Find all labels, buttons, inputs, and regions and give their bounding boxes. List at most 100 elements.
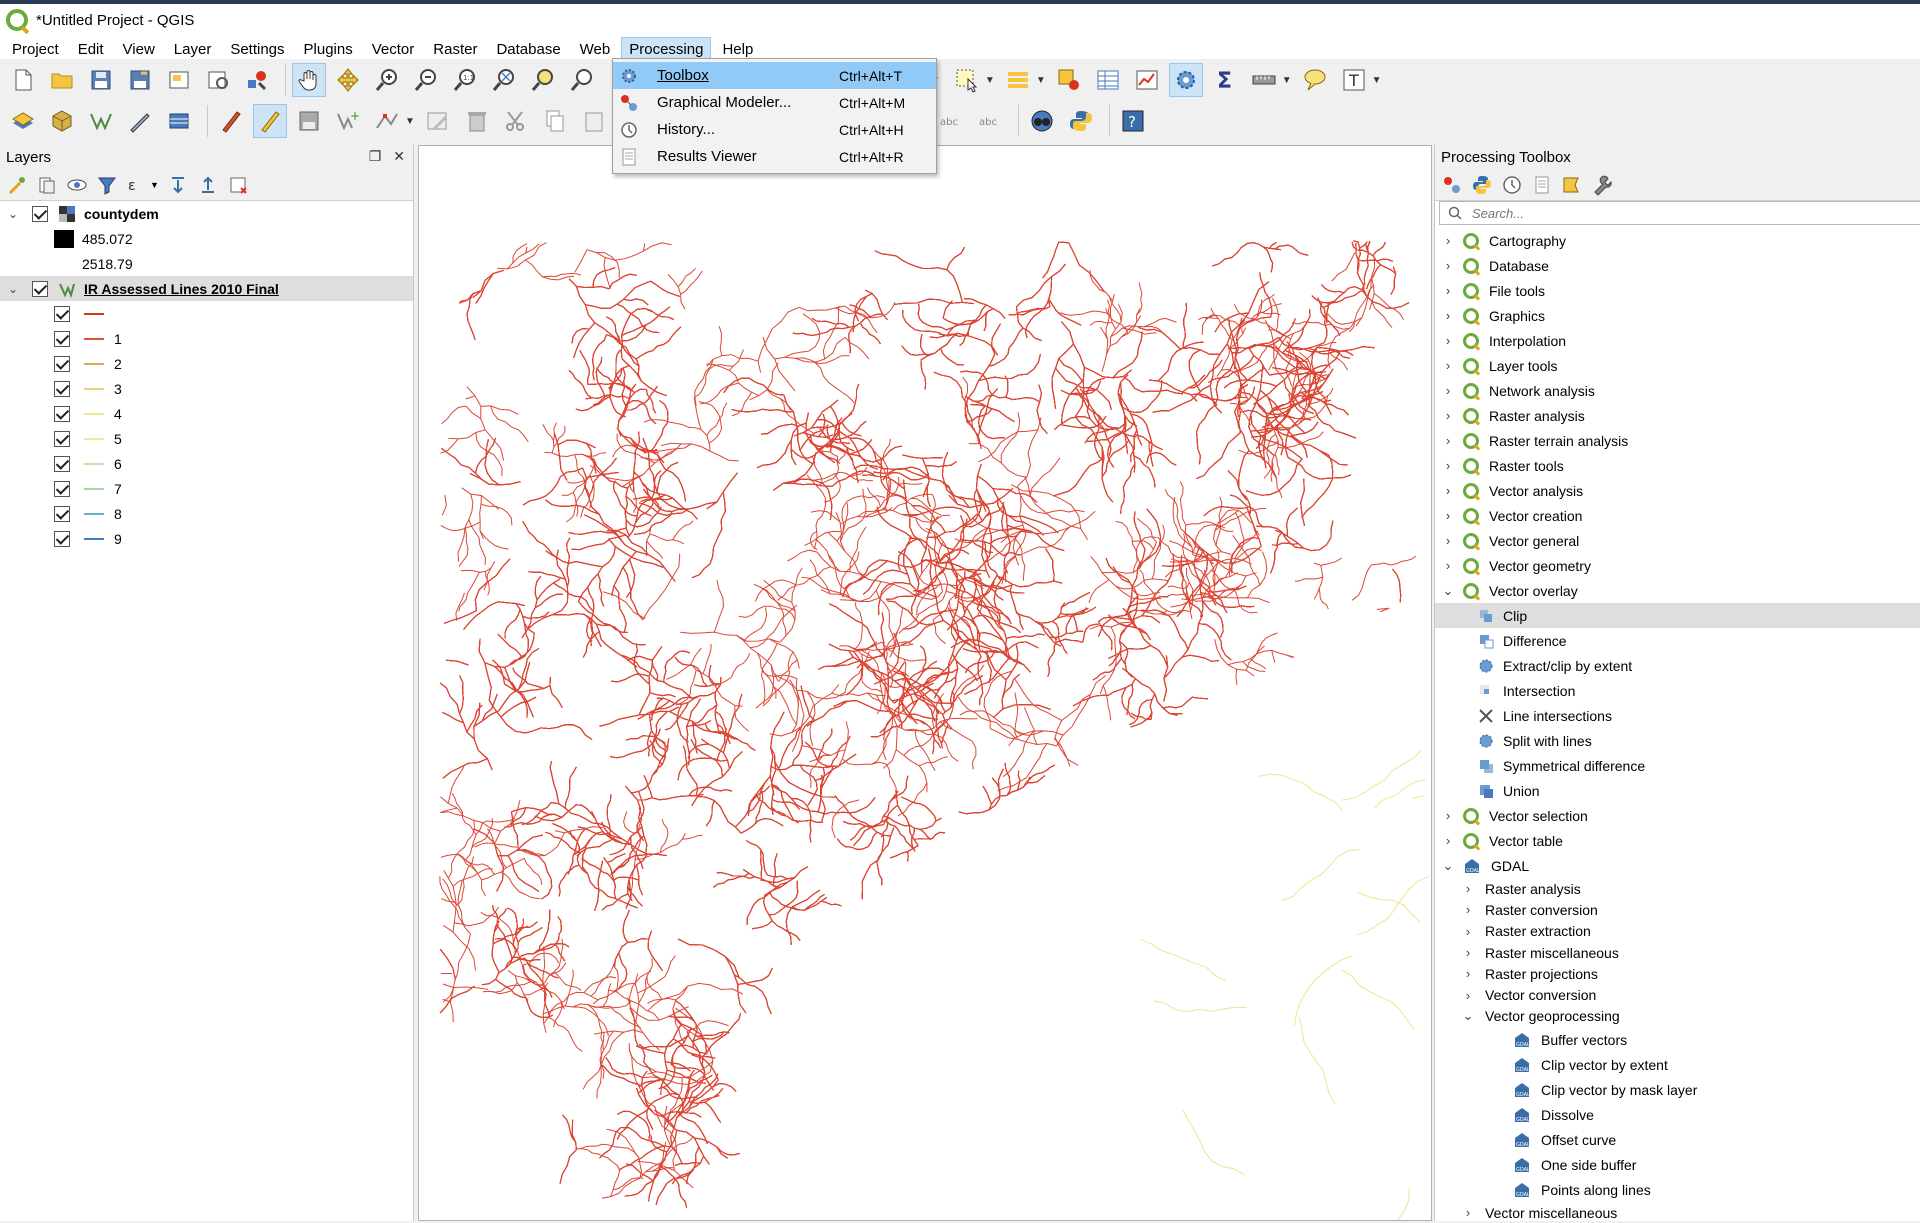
metasearch-button[interactable] — [1025, 104, 1059, 138]
category-item[interactable]: 8 — [0, 501, 413, 526]
text-annotation-button[interactable]: T — [1337, 63, 1371, 97]
field-calculator-button[interactable] — [1130, 63, 1164, 97]
collapse-chevron-icon[interactable]: ⌄ — [6, 282, 20, 296]
add-feature-button[interactable]: + — [331, 104, 365, 138]
menu-view[interactable]: View — [115, 37, 163, 62]
delete-selected-button[interactable] — [460, 104, 494, 138]
category-item[interactable]: 1 — [0, 326, 413, 351]
river-segment — [479, 639, 491, 701]
close-icon[interactable]: ✕ — [393, 148, 405, 165]
menu-edit[interactable]: Edit — [70, 37, 112, 62]
style-manager-button[interactable] — [240, 63, 274, 97]
menu-database[interactable]: Database — [488, 37, 568, 62]
eye-icon[interactable] — [66, 174, 88, 196]
select-features-button[interactable] — [950, 63, 984, 97]
map-canvas[interactable] — [418, 145, 1432, 1221]
category-item[interactable]: 6 — [0, 451, 413, 476]
add-group-icon[interactable] — [36, 174, 58, 196]
save-as-button[interactable] — [123, 63, 157, 97]
category-item[interactable]: 4 — [0, 401, 413, 426]
category-visibility-checkbox[interactable] — [54, 431, 70, 447]
map-tips-button[interactable] — [1298, 63, 1332, 97]
paste-features-button[interactable] — [577, 104, 611, 138]
data-source-manager-button[interactable] — [6, 104, 40, 138]
category-item[interactable]: 3 — [0, 376, 413, 401]
expression-dropdown-arrow[interactable]: ▼ — [1036, 75, 1046, 86]
layer-visibility-checkbox[interactable] — [32, 206, 48, 222]
category-visibility-checkbox[interactable] — [54, 506, 70, 522]
category-visibility-checkbox[interactable] — [54, 356, 70, 372]
category-visibility-checkbox[interactable] — [54, 531, 70, 547]
new-spatialite-button[interactable] — [162, 104, 196, 138]
zoom-full-button[interactable] — [487, 63, 521, 97]
layer-row-ir-assessed-lines[interactable]: ⌄ IR Assessed Lines 2010 Final — [0, 276, 413, 301]
copy-features-button[interactable] — [538, 104, 572, 138]
category-visibility-checkbox[interactable] — [54, 331, 70, 347]
layer-visibility-checkbox[interactable] — [32, 281, 48, 297]
zoom-native-button[interactable]: 1:1 — [448, 63, 482, 97]
layout-manager-button[interactable] — [201, 63, 235, 97]
processing-toolbox-button[interactable] — [1169, 63, 1203, 97]
filter-dropdown-arrow[interactable]: ▼ — [150, 180, 159, 190]
zoom-to-layer-button[interactable] — [565, 63, 599, 97]
category-visibility-checkbox[interactable] — [54, 306, 70, 322]
measure-line-button[interactable] — [1247, 63, 1281, 97]
style-brush-icon[interactable] — [6, 174, 28, 196]
toggle-editing-button[interactable] — [253, 104, 287, 138]
help-button[interactable]: ? — [1116, 104, 1150, 138]
menu-vector[interactable]: Vector — [364, 37, 423, 62]
zoom-to-selection-button[interactable] — [526, 63, 560, 97]
float-panel-icon[interactable]: ❐ — [369, 148, 382, 165]
category-visibility-checkbox[interactable] — [54, 481, 70, 497]
zoom-in-button[interactable] — [370, 63, 404, 97]
category-visibility-checkbox[interactable] — [54, 381, 70, 397]
new-geopackage-button[interactable] — [45, 104, 79, 138]
category-item[interactable]: 7 — [0, 476, 413, 501]
new-project-button[interactable] — [6, 63, 40, 97]
new-temp-layer-button[interactable] — [123, 104, 157, 138]
river-segment — [559, 865, 579, 896]
python-console-button[interactable] — [1064, 104, 1098, 138]
new-shapefile-button[interactable] — [84, 104, 118, 138]
menu-plugins[interactable]: Plugins — [296, 37, 361, 62]
new-print-layout-button[interactable] — [162, 63, 196, 97]
menu-settings[interactable]: Settings — [222, 37, 292, 62]
statistical-summary-button[interactable]: Σ — [1208, 63, 1242, 97]
vertex-dropdown-arrow[interactable]: ▼ — [405, 116, 415, 127]
current-edits-button[interactable] — [214, 104, 248, 138]
pan-to-selection-button[interactable] — [331, 63, 365, 97]
measure-dropdown-arrow[interactable]: ▼ — [1282, 75, 1292, 86]
select-dropdown-arrow[interactable]: ▼ — [985, 75, 995, 86]
vertex-tool-button[interactable] — [370, 104, 404, 138]
filter-icon[interactable] — [96, 174, 118, 196]
cut-features-button[interactable] — [499, 104, 533, 138]
river-segment — [600, 707, 679, 727]
collapse-all-icon[interactable] — [197, 174, 219, 196]
collapse-chevron-icon[interactable]: ⌄ — [6, 207, 20, 221]
category-item[interactable]: 5 — [0, 426, 413, 451]
category-visibility-checkbox[interactable] — [54, 456, 70, 472]
filter-expression-icon[interactable]: ε — [126, 174, 148, 196]
category-item[interactable] — [0, 301, 413, 326]
select-by-expression-button[interactable] — [1001, 63, 1035, 97]
modify-attributes-button[interactable] — [421, 104, 455, 138]
layer-row-countydem[interactable]: ⌄ countydem — [0, 201, 413, 226]
menu-project[interactable]: Project — [4, 37, 67, 62]
zoom-out-button[interactable] — [409, 63, 443, 97]
category-item[interactable]: 2 — [0, 351, 413, 376]
category-visibility-checkbox[interactable] — [54, 406, 70, 422]
save-edits-button[interactable] — [292, 104, 326, 138]
menu-layer[interactable]: Layer — [166, 37, 220, 62]
label-tool-button[interactable]: abc — [934, 104, 968, 138]
save-project-button[interactable] — [84, 63, 118, 97]
rotate-label-button[interactable]: abc — [973, 104, 1007, 138]
annotation-dropdown-arrow[interactable]: ▼ — [1372, 75, 1382, 86]
menu-raster[interactable]: Raster — [425, 37, 485, 62]
expand-all-icon[interactable] — [167, 174, 189, 196]
remove-layer-icon[interactable] — [227, 174, 249, 196]
open-project-button[interactable] — [45, 63, 79, 97]
attribute-table-button[interactable] — [1091, 63, 1125, 97]
category-item[interactable]: 9 — [0, 526, 413, 551]
deselect-features-button[interactable] — [1052, 63, 1086, 97]
pan-map-button[interactable] — [292, 63, 326, 97]
